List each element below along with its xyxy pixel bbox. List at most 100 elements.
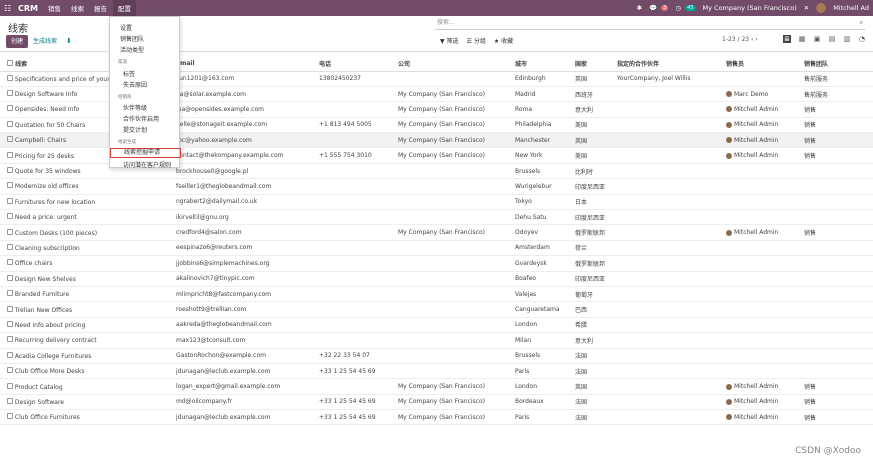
row-checkbox[interactable] <box>7 367 13 374</box>
bug-icon[interactable]: ✱ <box>637 4 642 12</box>
row-checkbox[interactable] <box>7 105 13 112</box>
row-checkbox[interactable] <box>7 197 13 204</box>
row-checkbox[interactable] <box>7 90 13 97</box>
column-header[interactable]: 公司 <box>398 56 515 72</box>
create-button[interactable]: 创建 <box>6 35 28 48</box>
row-checkbox[interactable] <box>7 74 13 81</box>
cell-text: Mitchell Admin <box>734 413 779 421</box>
table-row[interactable]: Need a price: urgent ikirvell3@gnu.org Deh… <box>0 209 873 226</box>
section-channel: 渠道 <box>118 60 127 65</box>
pager[interactable]: 1-23 / 23 ‹ › <box>722 36 758 43</box>
table-row[interactable]: Product Catalog logan_expert@gmail.exampl… <box>0 378 873 395</box>
column-header[interactable]: 城市 <box>515 56 575 72</box>
cell-text: +33 1 25 54 45 69 <box>319 367 376 375</box>
table-row[interactable]: Recurring delivery contract max123@tconsu… <box>0 332 873 349</box>
calendar-view-icon[interactable]: ▣ <box>813 35 821 43</box>
table-row[interactable]: Design Software md@oilcompany.fr +33 1 25 … <box>0 394 873 411</box>
menu-sales[interactable]: 销售 <box>48 3 61 13</box>
row-checkbox[interactable] <box>7 167 13 174</box>
row-checkbox[interactable] <box>7 213 13 220</box>
table-row[interactable]: Custom Desks (100 pieces) credford4@salon… <box>0 224 873 241</box>
search-icon[interactable]: ⌕ <box>860 18 863 28</box>
table-cell: Need info about pricing <box>0 317 176 334</box>
row-checkbox[interactable] <box>7 336 13 343</box>
column-header[interactable]: 国家 <box>575 56 617 72</box>
chat-icon[interactable]: 💬 <box>649 4 657 12</box>
table-row[interactable]: Club Office More Desks jdunagan@leclub.ex… <box>0 363 873 380</box>
table-row[interactable]: Need info about pricing aakreda@theglobea… <box>0 317 873 334</box>
generate-leads-button[interactable]: 生成线索 <box>33 35 57 48</box>
row-checkbox[interactable] <box>7 397 13 404</box>
menu-reports[interactable]: 报告 <box>94 3 107 13</box>
row-checkbox[interactable] <box>7 274 13 281</box>
cell-text: 销售 <box>804 137 817 145</box>
column-header[interactable]: 电话 <box>319 56 398 72</box>
row-checkbox[interactable] <box>7 136 13 143</box>
menu-lost-reasons[interactable]: 失去原因 <box>123 80 147 89</box>
table-cell: +33 1 25 54 45 69 <box>319 363 398 380</box>
row-checkbox[interactable] <box>7 259 13 266</box>
user-avatar[interactable] <box>816 3 827 13</box>
menu-settings[interactable]: 设置 <box>120 23 132 32</box>
column-header[interactable]: 指定的合作伙伴 <box>617 56 726 72</box>
cell-text: Mitchell Admin <box>734 152 779 160</box>
table-row[interactable]: Trelian New Offices roeshott9@trellian.co… <box>0 301 873 318</box>
row-checkbox[interactable] <box>7 290 13 297</box>
row-checkbox[interactable] <box>7 413 13 420</box>
menu-lead-mining-requests[interactable]: 线索挖掘申请 <box>110 148 181 158</box>
menu-commit-plan[interactable]: 提交计划 <box>123 125 147 134</box>
row-checkbox[interactable] <box>7 243 13 250</box>
app-brand[interactable]: CRM <box>18 4 38 13</box>
menu-partner-grades[interactable]: 伙伴等级 <box>123 103 147 112</box>
table-row[interactable]: Acadia College Furnitures GastonRochon@ex… <box>0 348 873 364</box>
column-header[interactable]: 销售团队 <box>804 56 873 72</box>
search-input[interactable]: 搜索... ⌕ <box>435 18 865 30</box>
table-row[interactable]: Design New Shelves akalinovich7@tinypic.c… <box>0 271 873 287</box>
menu-sales-teams[interactable]: 销售团队 <box>120 34 144 43</box>
row-checkbox[interactable] <box>7 351 13 358</box>
cell-text: Mitchell Admin <box>734 229 779 237</box>
menu-activity-types[interactable]: 活动类型 <box>120 45 144 54</box>
menu-config[interactable]: 配置 <box>113 0 136 17</box>
table-row[interactable]: Modernize old offices fseiller1@theglobea… <box>0 178 873 195</box>
column-header[interactable]: Email <box>176 56 319 72</box>
apps-grid-icon[interactable]: ☷ <box>4 4 12 13</box>
activity-view-icon[interactable]: ◔ <box>858 35 866 43</box>
menu-leads[interactable]: 线索 <box>71 3 84 13</box>
cell-text: Marc Demo <box>734 90 769 98</box>
row-checkbox[interactable] <box>7 151 13 158</box>
graph-view-icon[interactable]: ▥ <box>843 35 851 43</box>
row-checkbox[interactable] <box>7 382 13 389</box>
groupby-button[interactable]: ☰ 分组 <box>467 36 486 45</box>
cell-text: Mitchell Admin <box>734 121 779 129</box>
row-checkbox[interactable] <box>7 228 13 235</box>
table-row[interactable]: Furnitures for new location ngrabert2@dai… <box>0 194 873 211</box>
row-checkbox[interactable] <box>7 120 13 127</box>
row-checkbox[interactable] <box>7 182 13 189</box>
menu-tags[interactable]: 标签 <box>123 69 135 78</box>
favorites-button[interactable]: ★ 收藏 <box>494 36 513 45</box>
row-checkbox[interactable] <box>7 320 13 327</box>
user-name[interactable]: Mitchell Ad <box>833 4 869 12</box>
cell-text: Valejas <box>515 290 537 298</box>
table-row[interactable]: Club Office Furnitures jdunagan@leclub.ex… <box>0 409 873 426</box>
table-cell: My Company (San Francisco) <box>398 394 515 411</box>
row-checkbox[interactable] <box>7 305 13 312</box>
company-switcher[interactable]: My Company (San Francisco) <box>703 4 797 12</box>
cell-text: Branded Furniture <box>14 291 70 299</box>
pivot-view-icon[interactable]: ▤ <box>828 35 836 43</box>
menu-partner-activation[interactable]: 合作伙伴启用 <box>123 114 159 123</box>
menu-visitor-rules[interactable]: 访问潜在客户规则 <box>123 160 171 169</box>
filter-button[interactable]: ▼ 筛选 <box>440 36 459 45</box>
table-row[interactable]: Cleaning subscription eespinazo6@reuters.… <box>0 240 873 257</box>
cell-text: 日本 <box>575 199 588 207</box>
select-all-checkbox[interactable] <box>7 59 13 66</box>
table-row[interactable]: Office chairs jjobbins6@simplemachines.or… <box>0 255 873 272</box>
column-header[interactable]: 销售员 <box>726 56 804 72</box>
table-row[interactable]: Branded Furniture mlimpricht8@fastcompany… <box>0 286 873 303</box>
kanban-view-icon[interactable]: ▦ <box>798 35 806 43</box>
clock-icon[interactable]: ◷ <box>675 4 681 12</box>
list-view-icon[interactable]: ≣ <box>783 35 791 43</box>
download-icon[interactable]: ⬇ <box>66 35 72 48</box>
tools-icon[interactable]: ✕ <box>804 4 809 12</box>
